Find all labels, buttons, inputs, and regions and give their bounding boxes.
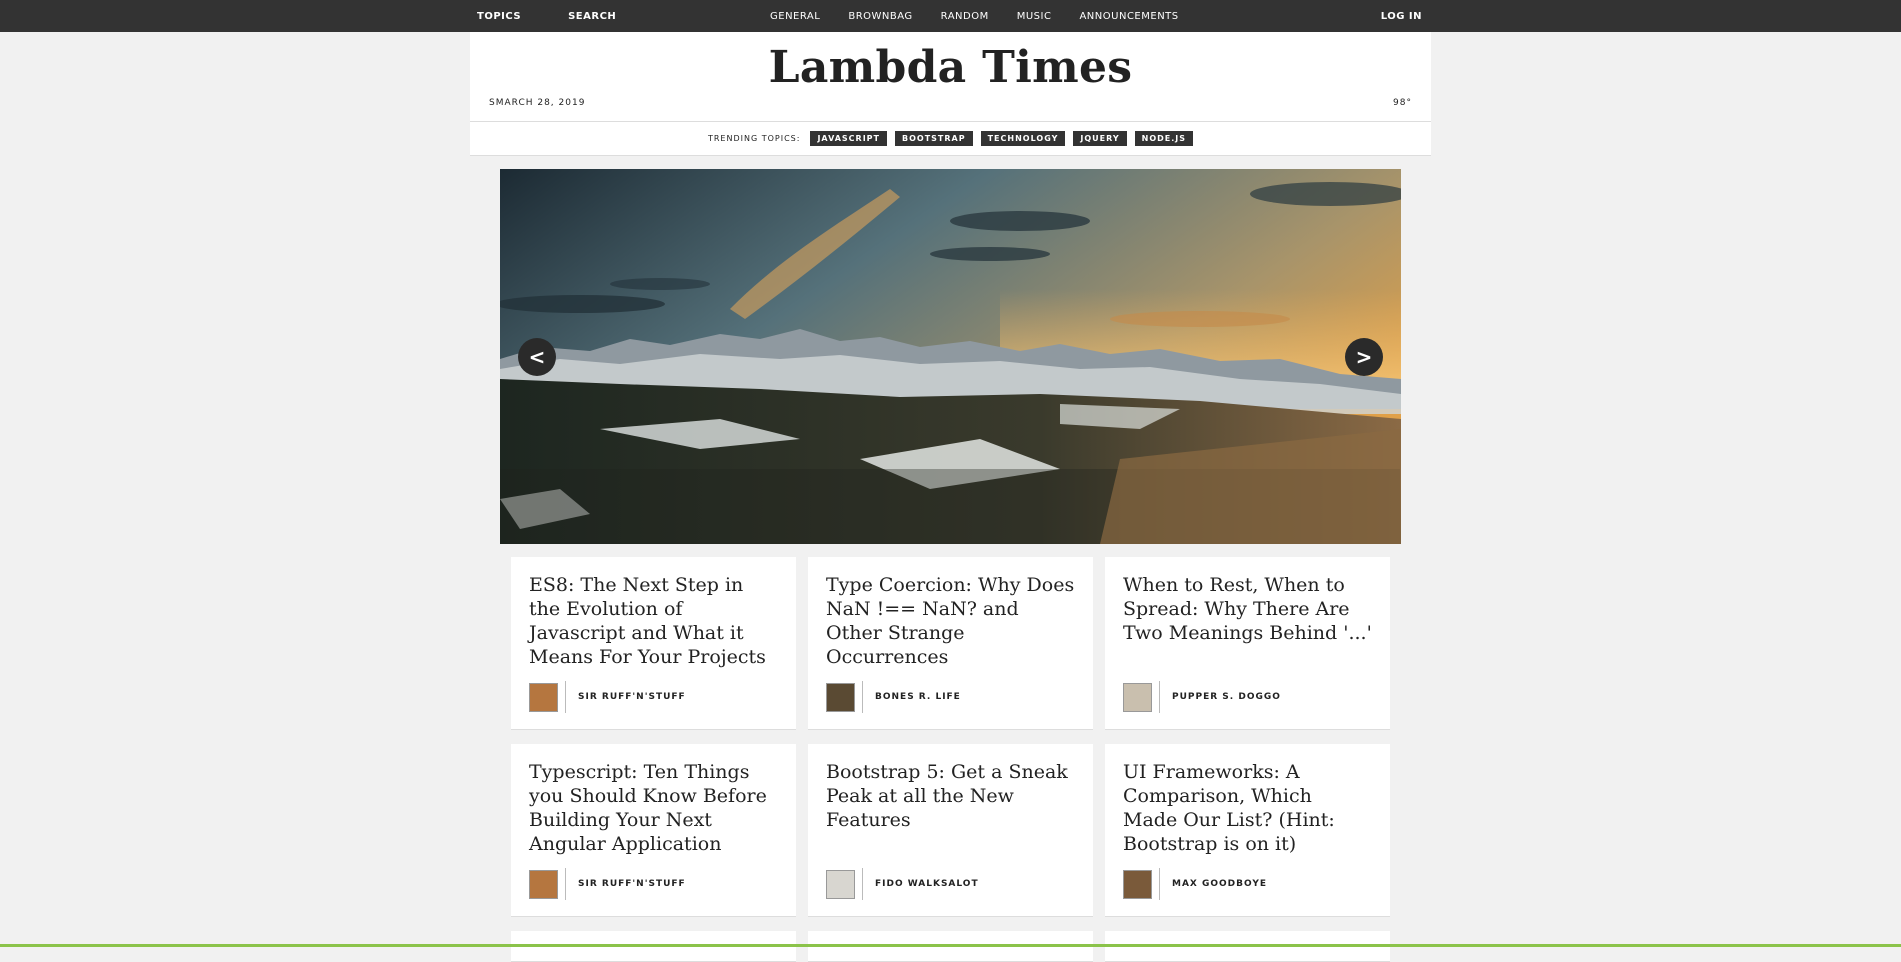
- tag-javascript[interactable]: JAVASCRIPT: [810, 131, 887, 146]
- carousel-prev-button[interactable]: <: [518, 338, 556, 376]
- author-avatar: [1123, 869, 1152, 899]
- nav-general[interactable]: GENERAL: [770, 11, 820, 22]
- author-divider: [565, 681, 566, 713]
- author-info: SIR RUFF'N'STUFF: [529, 681, 686, 713]
- author-avatar: [1123, 682, 1152, 712]
- author-name: BONES R. LIFE: [875, 692, 961, 702]
- article-card[interactable]: Typescript: Ten Things you Should Know B…: [511, 744, 796, 917]
- article-headline[interactable]: Type Coercion: Why Does NaN !== NaN? and…: [826, 573, 1075, 669]
- author-divider: [862, 868, 863, 900]
- nav-brownbag[interactable]: BROWNBAG: [848, 11, 912, 22]
- author-divider: [862, 681, 863, 713]
- author-avatar: [529, 869, 558, 899]
- article-headline[interactable]: When to Rest, When to Spread: Why There …: [1123, 573, 1372, 645]
- author-info: MAX GOODBOYE: [1123, 868, 1267, 900]
- nav-music[interactable]: MUSIC: [1017, 11, 1052, 22]
- author-avatar: [529, 682, 558, 712]
- author-info: SIR RUFF'N'STUFF: [529, 868, 686, 900]
- topics-link[interactable]: TOPICS: [477, 11, 521, 22]
- article-card[interactable]: UI Frameworks: A Comparison, Which Made …: [1105, 744, 1390, 917]
- author-info: BONES R. LIFE: [826, 681, 961, 713]
- author-info: FIDO WALKSALOT: [826, 868, 979, 900]
- masthead: Lambda Times SMARCH 28, 2019 98°: [470, 32, 1431, 122]
- article-card[interactable]: When to Rest, When to Spread: Why There …: [1105, 557, 1390, 730]
- trending-label: TRENDING TOPICS:: [707, 134, 801, 143]
- site-title: Lambda Times: [768, 42, 1133, 93]
- carousel-next-button[interactable]: >: [1345, 338, 1383, 376]
- tag-nodejs[interactable]: NODE.JS: [1134, 131, 1194, 146]
- trending-topics-bar: TRENDING TOPICS: JAVASCRIPT BOOTSTRAP TE…: [470, 122, 1431, 156]
- article-card[interactable]: ES8: The Next Step in the Evolution of J…: [511, 557, 796, 730]
- top-nav-center: GENERAL BROWNBAG RANDOM MUSIC ANNOUNCEME…: [770, 0, 1179, 32]
- article-card[interactable]: Type Coercion: Why Does NaN !== NaN? and…: [808, 557, 1093, 730]
- top-nav-left: TOPICS SEARCH: [477, 0, 616, 32]
- nav-random[interactable]: RANDOM: [941, 11, 989, 22]
- author-avatar: [826, 682, 855, 712]
- author-info: PUPPER S. DOGGO: [1123, 681, 1281, 713]
- author-name: MAX GOODBOYE: [1172, 879, 1268, 889]
- article-headline[interactable]: UI Frameworks: A Comparison, Which Made …: [1123, 760, 1372, 856]
- author-name: SIR RUFF'N'STUFF: [578, 692, 686, 702]
- article-card[interactable]: Bootstrap 5: Get a Sneak Peak at all the…: [808, 744, 1093, 917]
- author-name: FIDO WALKSALOT: [875, 879, 979, 889]
- author-name: SIR RUFF'N'STUFF: [578, 879, 686, 889]
- search-link[interactable]: SEARCH: [568, 11, 616, 22]
- article-headline[interactable]: Bootstrap 5: Get a Sneak Peak at all the…: [826, 760, 1075, 832]
- header-date: SMARCH 28, 2019: [489, 98, 586, 108]
- top-nav-right: LOG IN: [1381, 0, 1422, 32]
- login-link[interactable]: LOG IN: [1381, 11, 1422, 22]
- tag-jquery[interactable]: JQUERY: [1073, 131, 1127, 146]
- article-cards: ES8: The Next Step in the Evolution of J…: [511, 557, 1391, 962]
- nav-announcements[interactable]: ANNOUNCEMENTS: [1079, 11, 1178, 22]
- carousel-mountain-image: [500, 169, 1401, 544]
- image-carousel: < >: [500, 169, 1401, 544]
- author-divider: [565, 868, 566, 900]
- author-divider: [1159, 868, 1160, 900]
- tag-technology[interactable]: TECHNOLOGY: [980, 131, 1066, 146]
- author-divider: [1159, 681, 1160, 713]
- author-avatar: [826, 869, 855, 899]
- top-nav-bar: TOPICS SEARCH GENERAL BROWNBAG RANDOM MU…: [0, 0, 1901, 32]
- tag-bootstrap[interactable]: BOOTSTRAP: [895, 131, 973, 146]
- article-headline[interactable]: ES8: The Next Step in the Evolution of J…: [529, 573, 778, 669]
- header-temperature: 98°: [1393, 98, 1412, 108]
- article-headline[interactable]: Typescript: Ten Things you Should Know B…: [529, 760, 778, 856]
- author-name: PUPPER S. DOGGO: [1172, 692, 1281, 702]
